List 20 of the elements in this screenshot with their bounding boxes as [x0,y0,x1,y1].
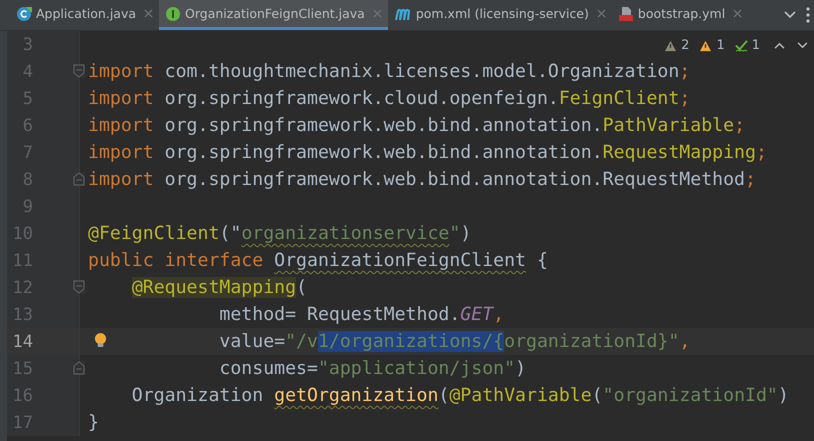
code-line: consumes="application/json") [218,358,526,379]
file-tab[interactable]: bootstrap.yml [612,0,748,30]
inspection-count: 1 [716,38,725,53]
code-line: import org.springframework.web.bind.annotation.RequestMethod; [88,169,756,190]
code-line: import com.thoughtmechanix.licenses.model.Organization; [88,61,690,82]
file-tab[interactable]: Application.java [10,0,160,30]
code-line: public interface OrganizationFeignClient { [88,250,548,271]
inspection-count: 1 [752,38,760,53]
line-number: 14 [12,332,33,352]
file-tab[interactable]: pom.xml (licensing-service) [388,0,612,30]
code-line: import org.springframework.web.bind.annotation.PathVariable; [88,115,746,136]
inspection-count: 2 [681,38,690,53]
code-line: @FeignClient("organizationservice") [88,223,472,244]
code-line: import org.springframework.web.bind.annotation.RequestMapping; [88,142,767,163]
code-line: value="/v1/organizations/{organizationId}", [218,331,690,352]
code-line: Organization getOrganization(@PathVariable("organizationId") [130,385,789,406]
code-line: } [88,412,99,433]
code-line: method= RequestMethod.GET, [218,304,504,325]
file-tab[interactable]: OrganizationFeignClient.java [159,0,388,30]
code-line: import org.springframework.cloud.openfeign.FeignClient; [88,88,690,109]
